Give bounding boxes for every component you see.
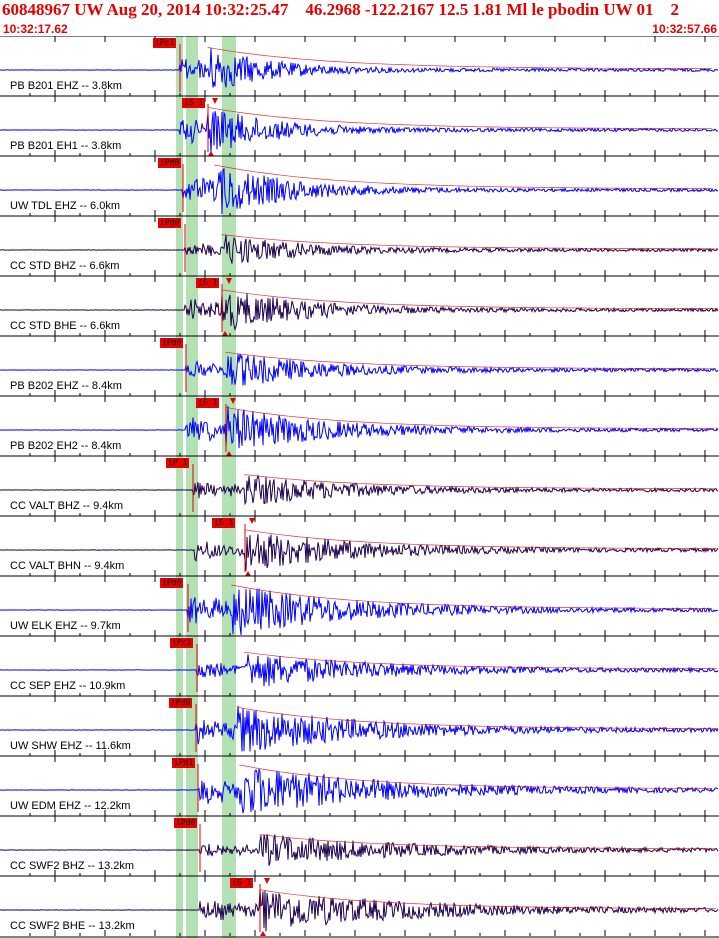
pick-marker <box>245 571 251 576</box>
coda-envelope <box>259 889 717 909</box>
event-title: 60848967 UW Aug 20, 2014 10:32:25.47 46.… <box>2 0 680 19</box>
pick-tag[interactable]: iPd1 <box>172 758 196 768</box>
station-label: UW EDM EHZ -- 12.2km <box>10 800 131 812</box>
pick-tag[interactable]: iP 1 <box>166 458 190 468</box>
pick-marker <box>264 878 270 884</box>
end-time-label: 10:32:57.66 <box>652 22 717 36</box>
station-label: PB B202 EHZ -- 8.4km <box>10 380 122 392</box>
coda-envelope <box>225 351 714 370</box>
pick-tag[interactable]: iS 1 <box>196 278 220 288</box>
pick-marker <box>249 518 255 524</box>
pick-tag[interactable]: iPc1 <box>153 38 177 48</box>
station-label: UW TDL EHZ -- 6.0km <box>10 200 121 212</box>
pick-marker <box>260 931 266 936</box>
pick-tag[interactable]: iPc1 <box>170 638 194 648</box>
coda-envelope <box>221 289 718 310</box>
coda-envelope <box>214 164 711 189</box>
coda-envelope <box>244 529 717 549</box>
station-label: CC SEP EHZ -- 10.9km <box>10 680 126 692</box>
station-label: CC STD BHZ -- 6.6km <box>10 260 120 272</box>
station-label: PB B202 EH2 -- 8.4km <box>10 440 122 452</box>
station-label: UW SHW EHZ -- 11.6km <box>10 740 131 752</box>
coda-envelope <box>225 406 714 429</box>
coda-envelope <box>244 474 717 490</box>
station-label: CC SWF2 BHE -- 13.2km <box>10 920 135 932</box>
station-label: CC VALT BHZ -- 9.4km <box>10 500 124 512</box>
start-time-label: 10:32:17.62 <box>3 22 68 36</box>
coda-envelope <box>237 706 718 729</box>
p-guide-band <box>186 36 193 938</box>
pick-tag[interactable]: iS 1 <box>182 98 206 108</box>
pick-tag[interactable]: iPd0 <box>160 338 184 348</box>
seismogram-panel[interactable]: iPc1 PB B201 EHZ -- 3.8km iS 1 PB B201 EH1 … <box>0 36 719 938</box>
station-label: CC STD BHE -- 6.6km <box>10 320 121 332</box>
station-label: CC SWF2 BHZ -- 13.2km <box>10 860 135 872</box>
coda-envelope <box>221 234 718 250</box>
pick-tag[interactable]: iPd0 <box>169 698 193 708</box>
pick-tag[interactable]: iS 1 <box>212 518 236 528</box>
station-label: UW ELK EHZ -- 9.7km <box>10 620 121 632</box>
pick-marker <box>212 98 218 104</box>
p-guide-band <box>176 36 183 938</box>
pick-tag[interactable]: iS 1 <box>230 878 254 888</box>
pick-tag[interactable]: iPd0 <box>174 818 198 828</box>
coda-envelope <box>207 46 712 70</box>
station-label: PB B201 EH1 -- 3.8km <box>10 140 122 152</box>
pick-tag[interactable]: iPd0 <box>160 578 184 588</box>
pick-tag[interactable]: iPd0 <box>158 218 182 228</box>
station-label: CC VALT BHN -- 9.4km <box>10 560 125 572</box>
coda-envelope <box>207 106 712 130</box>
record-header: 60848967 UW Aug 20, 2014 10:32:25.47 46.… <box>0 0 719 36</box>
pick-tag[interactable]: iPd0 <box>158 158 182 168</box>
pick-tag[interactable]: iS 1 <box>196 398 220 408</box>
pick-marker <box>208 151 214 156</box>
station-label: PB B201 EHZ -- 3.8km <box>10 80 122 92</box>
